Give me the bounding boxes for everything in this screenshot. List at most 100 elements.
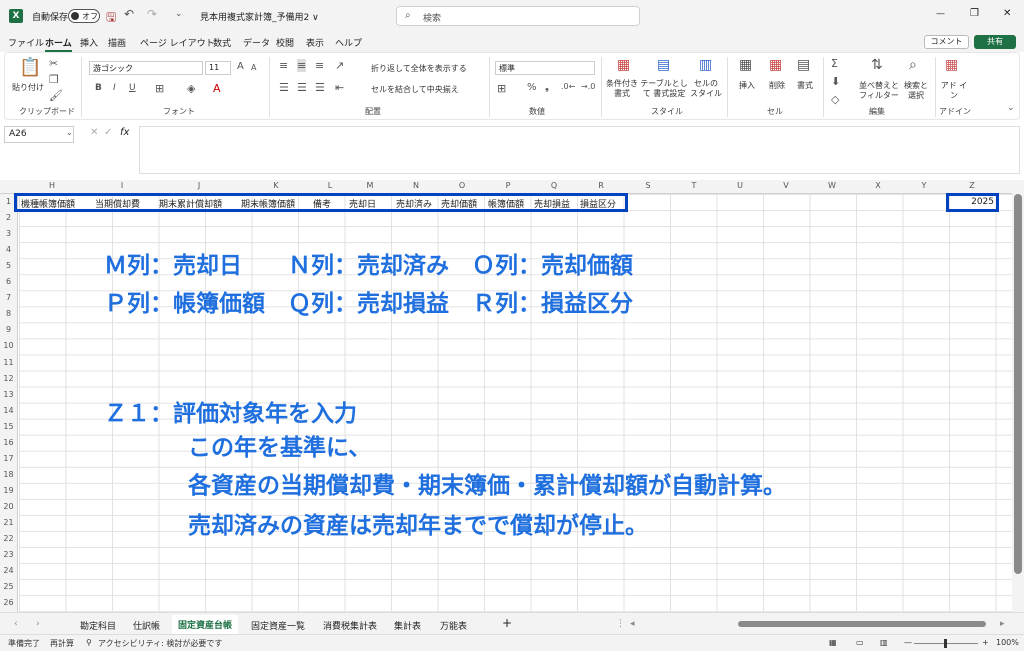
format-table-icon[interactable]: ▤ bbox=[657, 57, 670, 73]
collapse-ribbon-icon[interactable]: ⌄ bbox=[1007, 103, 1015, 113]
conditional-format-button[interactable]: 条件付き 書式 bbox=[605, 79, 639, 99]
row-header[interactable]: 8 bbox=[0, 309, 17, 318]
autosum-icon[interactable]: Σ bbox=[831, 57, 838, 70]
col-header-p[interactable]: P bbox=[485, 181, 531, 190]
align-top-icon[interactable]: ≡ bbox=[279, 59, 288, 72]
tab-insert[interactable]: 挿入 bbox=[80, 36, 98, 49]
tab-options-icon[interactable]: ⋮ bbox=[616, 619, 625, 629]
increase-decimal-icon[interactable]: .0← bbox=[561, 82, 575, 91]
row-header[interactable]: 18 bbox=[0, 470, 17, 479]
scroll-right-icon[interactable]: ▸ bbox=[1000, 619, 1005, 629]
tab-data[interactable]: データ bbox=[243, 36, 270, 49]
search-box[interactable]: ⌕ 検索 bbox=[396, 6, 640, 26]
fill-color-icon[interactable]: ◈ bbox=[187, 82, 195, 95]
format-as-table-button[interactable]: テーブルとして 書式設定 bbox=[639, 79, 689, 99]
paste-icon[interactable]: 📋 bbox=[19, 57, 41, 78]
addin-button[interactable]: アド イン bbox=[939, 81, 969, 101]
underline-button[interactable]: U bbox=[129, 83, 136, 93]
decrease-decimal-icon[interactable]: →.0 bbox=[581, 82, 595, 91]
col-header-x[interactable]: X bbox=[855, 181, 901, 190]
font-size-select[interactable]: 11 bbox=[205, 61, 231, 75]
horizontal-scroll-thumb[interactable] bbox=[738, 621, 986, 627]
sheet-tab-fixed-assets[interactable]: 固定資産台帳 bbox=[172, 615, 239, 636]
merge-center-button[interactable]: セルを結合して中央揃え bbox=[371, 85, 459, 95]
row-header[interactable]: 17 bbox=[0, 454, 17, 463]
row-header[interactable]: 6 bbox=[0, 277, 17, 286]
row-header[interactable]: 15 bbox=[0, 422, 17, 431]
close-button[interactable]: ✕ bbox=[1003, 8, 1011, 19]
italic-button[interactable]: I bbox=[113, 83, 116, 93]
sheet-tab-journal[interactable]: 仕訳帳 bbox=[133, 619, 160, 632]
wrap-text-button[interactable]: 折り返して全体を表示する bbox=[371, 64, 467, 74]
find-select-button[interactable]: 検索と 選択 bbox=[899, 81, 933, 101]
row-header[interactable]: 11 bbox=[0, 358, 17, 367]
zoom-out-icon[interactable]: — bbox=[904, 638, 912, 647]
row-header[interactable]: 3 bbox=[0, 229, 17, 238]
row-header[interactable]: 5 bbox=[0, 261, 17, 270]
row-header[interactable]: 10 bbox=[0, 341, 17, 350]
col-header-i[interactable]: I bbox=[85, 181, 159, 190]
sheet-tab-fixed-asset-list[interactable]: 固定資産一覧 bbox=[251, 619, 305, 632]
tab-view[interactable]: 表示 bbox=[306, 36, 324, 49]
percent-button[interactable]: % bbox=[527, 82, 537, 93]
col-header-z[interactable]: Z bbox=[947, 181, 997, 190]
sort-filter-button[interactable]: 並べ替えと フィルター bbox=[857, 81, 901, 101]
row-header[interactable]: 23 bbox=[0, 550, 17, 559]
zoom-slider-handle[interactable] bbox=[944, 639, 947, 648]
clear-icon[interactable]: ◇ bbox=[831, 93, 839, 106]
undo-icon[interactable]: ↶ bbox=[124, 7, 134, 21]
name-box[interactable]: A26 bbox=[4, 126, 74, 143]
accessibility-icon[interactable]: ⚲ bbox=[86, 638, 92, 647]
align-center-icon[interactable]: ☰ bbox=[297, 81, 307, 94]
align-bottom-icon[interactable]: ≡ bbox=[315, 59, 324, 72]
maximize-button[interactable]: ❐ bbox=[970, 8, 979, 19]
font-color-icon[interactable]: A bbox=[213, 82, 221, 95]
row-header[interactable]: 16 bbox=[0, 438, 17, 447]
add-sheet-button[interactable]: + bbox=[502, 616, 512, 630]
tab-draw[interactable]: 描画 bbox=[108, 36, 126, 49]
row-header[interactable]: 21 bbox=[0, 518, 17, 527]
addin-icon[interactable]: ▦ bbox=[945, 57, 958, 73]
tab-review[interactable]: 校閲 bbox=[276, 36, 294, 49]
tab-help[interactable]: ヘルプ bbox=[335, 36, 362, 49]
conditional-format-icon[interactable]: ▦ bbox=[617, 57, 630, 73]
prev-sheet-icon[interactable]: ‹ bbox=[14, 619, 18, 629]
row-header[interactable]: 14 bbox=[0, 406, 17, 415]
font-name-select[interactable]: 游ゴシック bbox=[89, 61, 203, 75]
format-cells-button[interactable]: 書式 bbox=[791, 81, 819, 91]
page-break-view-icon[interactable]: ▥ bbox=[880, 638, 888, 647]
insert-cells-icon[interactable]: ▦ bbox=[739, 57, 752, 73]
copy-icon[interactable]: ❐ bbox=[49, 73, 59, 86]
row-header[interactable]: 13 bbox=[0, 390, 17, 399]
number-format-select[interactable]: 標準 bbox=[495, 61, 595, 75]
col-header-j[interactable]: J bbox=[159, 181, 239, 190]
col-header-o[interactable]: O bbox=[439, 181, 485, 190]
row-header[interactable]: 7 bbox=[0, 293, 17, 302]
bold-button[interactable]: B bbox=[95, 83, 102, 93]
next-sheet-icon[interactable]: › bbox=[36, 619, 40, 629]
quick-access-dropdown-icon[interactable]: ⌄ bbox=[175, 9, 183, 19]
indent-icon[interactable]: ⇤ bbox=[335, 81, 344, 94]
formula-input[interactable] bbox=[139, 126, 1020, 174]
orientation-icon[interactable]: ↗ bbox=[335, 59, 344, 72]
col-header-n[interactable]: N bbox=[393, 181, 439, 190]
row-header[interactable]: 2 bbox=[0, 213, 17, 222]
row-header[interactable]: 4 bbox=[0, 245, 17, 254]
delete-cells-icon[interactable]: ▦ bbox=[769, 57, 782, 73]
function-icon[interactable]: fx bbox=[120, 127, 129, 138]
status-accessibility[interactable]: アクセシビリティ: 検討が必要です bbox=[98, 638, 222, 649]
align-right-icon[interactable]: ☰ bbox=[315, 81, 325, 94]
normal-view-icon[interactable]: ▦ bbox=[829, 638, 837, 647]
name-box-dropdown-icon[interactable]: ⌄ bbox=[66, 128, 73, 137]
col-header-h[interactable]: H bbox=[19, 181, 85, 190]
col-header-k[interactable]: K bbox=[239, 181, 313, 190]
redo-icon[interactable]: ↷ bbox=[147, 7, 157, 21]
col-header-m[interactable]: M bbox=[347, 181, 393, 190]
fill-icon[interactable]: ⬇ bbox=[831, 75, 840, 88]
font-grow-button[interactable]: A bbox=[237, 61, 244, 72]
enter-icon[interactable]: ✓ bbox=[104, 127, 112, 138]
insert-cells-button[interactable]: 挿入 bbox=[733, 81, 761, 91]
sheet-tab-universal[interactable]: 万能表 bbox=[440, 619, 467, 632]
zoom-level[interactable]: 100% bbox=[996, 638, 1019, 647]
cell-styles-button[interactable]: セルの スタイル bbox=[689, 79, 723, 99]
